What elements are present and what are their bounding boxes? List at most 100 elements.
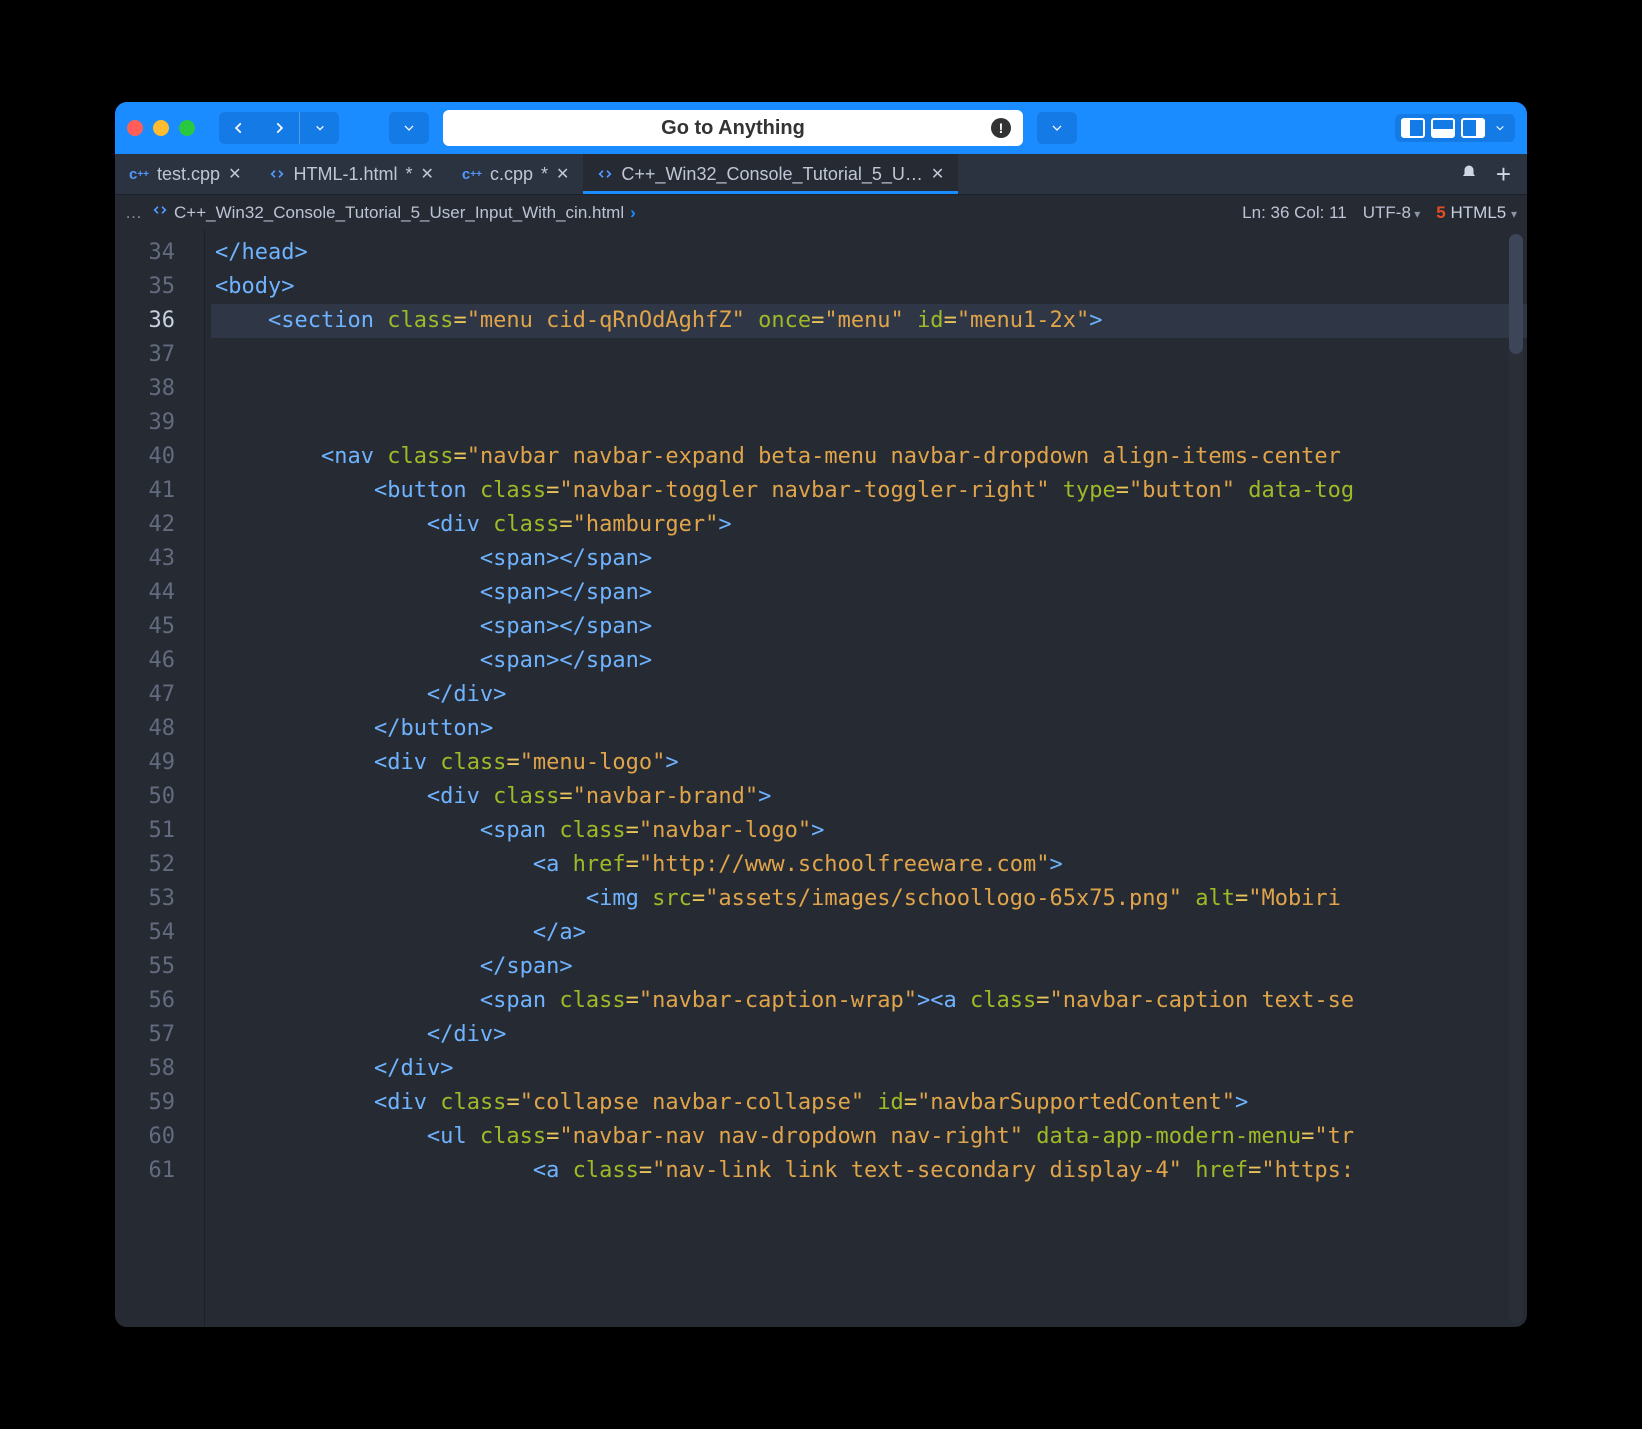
window-controls (127, 120, 195, 136)
html-file-icon (269, 166, 285, 182)
code-line[interactable]: </a> (211, 916, 1527, 950)
goto-anything-input[interactable]: Go to Anything ! (443, 110, 1023, 146)
toolbar-dropdown-1[interactable] (389, 112, 429, 144)
line-number: 58 (115, 1052, 175, 1086)
vertical-scrollbar[interactable] (1509, 234, 1523, 1323)
line-number: 55 (115, 950, 175, 984)
code-line[interactable]: </div> (211, 678, 1527, 712)
language-indicator[interactable]: 5 HTML5 ▾ (1436, 203, 1517, 223)
toggle-left-pane-button[interactable] (1401, 118, 1425, 138)
nav-back-forward (219, 112, 339, 144)
line-number: 34 (115, 236, 175, 270)
cursor-position[interactable]: Ln: 36 Col: 11 (1242, 203, 1347, 223)
code-line[interactable]: <body> (211, 270, 1527, 304)
code-line[interactable]: <ul class="navbar-nav nav-dropdown nav-r… (211, 1120, 1527, 1154)
line-number: 42 (115, 508, 175, 542)
line-number: 49 (115, 746, 175, 780)
line-number: 60 (115, 1120, 175, 1154)
code-line[interactable]: <a href="http://www.schoolfreeware.com"> (211, 848, 1527, 882)
notifications-icon[interactable] (1460, 164, 1478, 188)
tab-close-button[interactable]: ✕ (228, 164, 241, 184)
code-line[interactable]: <span class="navbar-logo"> (211, 814, 1527, 848)
tab-close-button[interactable]: ✕ (931, 164, 944, 184)
code-editor[interactable]: 3435363738394041424344454647484950515253… (115, 230, 1527, 1327)
new-tab-button[interactable]: + (1496, 159, 1511, 190)
code-line[interactable]: <a class="nav-link link text-secondary d… (211, 1154, 1527, 1188)
tab-2[interactable]: c++c.cpp*✕ (448, 154, 583, 194)
code-line[interactable] (211, 406, 1527, 440)
code-line[interactable]: <span></span> (211, 576, 1527, 610)
code-line[interactable]: </span> (211, 950, 1527, 984)
file-type-icon (152, 202, 168, 223)
line-number: 36 (115, 304, 175, 338)
tab-1[interactable]: HTML-1.html * ✕ (255, 154, 447, 194)
line-number: 52 (115, 848, 175, 882)
line-number: 35 (115, 270, 175, 304)
tab-close-button[interactable]: ✕ (421, 164, 434, 184)
breadcrumb-overflow[interactable]: … (125, 203, 142, 223)
close-window-button[interactable] (127, 120, 143, 136)
line-number-gutter: 3435363738394041424344454647484950515253… (115, 230, 185, 1327)
code-line[interactable] (211, 372, 1527, 406)
toggle-right-pane-button[interactable] (1461, 118, 1485, 138)
tab-close-button[interactable]: ✕ (556, 164, 569, 184)
code-line[interactable]: <span></span> (211, 610, 1527, 644)
fold-gutter[interactable] (185, 230, 205, 1327)
html5-icon: 5 (1436, 203, 1445, 222)
encoding-selector[interactable]: UTF-8 (1363, 203, 1421, 223)
tab-0[interactable]: c++test.cpp✕ (115, 154, 255, 194)
line-number: 54 (115, 916, 175, 950)
title-bar: Go to Anything ! (115, 102, 1527, 154)
nav-recent-dropdown[interactable] (299, 112, 339, 144)
line-number: 38 (115, 372, 175, 406)
line-number: 45 (115, 610, 175, 644)
code-line[interactable]: </head> (211, 236, 1527, 270)
line-number: 37 (115, 338, 175, 372)
editor-window: Go to Anything ! c++test.cpp✕HTML-1.html… (115, 102, 1527, 1327)
code-line[interactable]: <div class="collapse navbar-collapse" id… (211, 1086, 1527, 1120)
line-number: 47 (115, 678, 175, 712)
cpp-file-icon: c++ (129, 166, 149, 183)
html-file-icon (597, 166, 613, 182)
maximize-window-button[interactable] (179, 120, 195, 136)
line-number: 46 (115, 644, 175, 678)
breadcrumb-chevron-icon[interactable]: › (630, 203, 636, 223)
code-line[interactable]: <img src="assets/images/schoollogo-65x75… (211, 882, 1527, 916)
code-line[interactable]: <span></span> (211, 644, 1527, 678)
toolbar-dropdown-2[interactable] (1037, 112, 1077, 144)
tab-3[interactable]: C++_Win32_Console_Tutorial_5_U…✕ (583, 154, 958, 194)
pane-layout-dropdown[interactable] (1491, 123, 1509, 133)
code-area[interactable]: </head><body> <section class="menu cid-q… (205, 230, 1527, 1327)
code-line[interactable]: <div class="hamburger"> (211, 508, 1527, 542)
minimize-window-button[interactable] (153, 120, 169, 136)
line-number: 48 (115, 712, 175, 746)
line-number: 40 (115, 440, 175, 474)
code-line[interactable]: <div class="menu-logo"> (211, 746, 1527, 780)
code-line[interactable]: <nav class="navbar navbar-expand beta-me… (211, 440, 1527, 474)
code-line[interactable]: <section class="menu cid-qRnOdAghfZ" onc… (211, 304, 1527, 338)
code-line[interactable]: <button class="navbar-toggler navbar-tog… (211, 474, 1527, 508)
code-line[interactable]: </div> (211, 1018, 1527, 1052)
code-line[interactable]: <span></span> (211, 542, 1527, 576)
toggle-bottom-pane-button[interactable] (1431, 118, 1455, 138)
dirty-indicator: * (406, 164, 413, 185)
code-line[interactable]: <span class="navbar-caption-wrap"><a cla… (211, 984, 1527, 1018)
line-number: 41 (115, 474, 175, 508)
code-line[interactable]: <div class="navbar-brand"> (211, 780, 1527, 814)
code-line[interactable]: </div> (211, 1052, 1527, 1086)
line-number: 61 (115, 1154, 175, 1188)
line-number: 53 (115, 882, 175, 916)
tab-label: HTML-1.html (293, 164, 397, 185)
notification-badge-icon[interactable]: ! (991, 118, 1011, 138)
nav-forward-button[interactable] (259, 112, 299, 144)
breadcrumb-bar: … C++_Win32_Console_Tutorial_5_User_Inpu… (115, 194, 1527, 230)
line-number: 39 (115, 406, 175, 440)
scrollbar-thumb[interactable] (1509, 234, 1523, 354)
tab-label: c.cpp (490, 164, 533, 185)
code-line[interactable] (211, 338, 1527, 372)
code-line[interactable]: </button> (211, 712, 1527, 746)
line-number: 44 (115, 576, 175, 610)
tab-bar: c++test.cpp✕HTML-1.html*✕c++c.cpp*✕C++_W… (115, 154, 1527, 194)
nav-back-button[interactable] (219, 112, 259, 144)
breadcrumb-filename[interactable]: C++_Win32_Console_Tutorial_5_User_Input_… (174, 203, 624, 223)
